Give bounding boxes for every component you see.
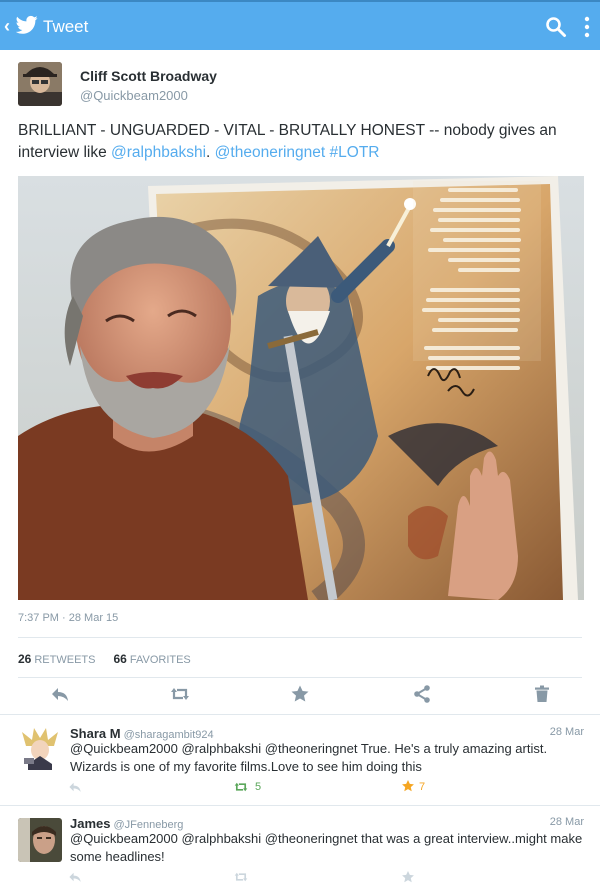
divider <box>0 805 600 806</box>
favorites-count[interactable]: 66 <box>113 652 126 666</box>
reply-author[interactable]: James @JFenneberg <box>70 816 183 831</box>
divider <box>18 637 582 638</box>
tweet-text: BRILLIANT - UNGUARDED - VITAL - BRUTALLY… <box>18 120 582 164</box>
divider <box>18 677 582 678</box>
reply-text: @Quickbeam2000 @ralphbakshi @theoneringn… <box>70 741 548 774</box>
favorite-star-icon[interactable] <box>290 684 310 704</box>
favorite-star-icon[interactable] <box>401 779 415 793</box>
hashtag-link[interactable]: #LOTR <box>330 144 380 161</box>
mention-link[interactable]: @ralphbakshi <box>111 144 206 161</box>
tweet-text-separator: . <box>206 144 215 161</box>
twitter-bird-icon <box>16 15 38 34</box>
reply-avatar[interactable] <box>18 726 62 770</box>
author-avatar[interactable] <box>18 62 62 106</box>
favorite-star-icon[interactable] <box>401 870 415 884</box>
reply-icon[interactable] <box>50 684 70 704</box>
retweet-icon[interactable] <box>234 870 248 884</box>
back-button[interactable]: ‹ <box>4 16 10 37</box>
top-app-bar: ‹ Tweet <box>0 0 600 50</box>
mention-link[interactable]: @theoneringnet <box>215 144 326 161</box>
author-name[interactable]: Cliff Scott Broadway <box>80 68 217 84</box>
reply-favorite-count[interactable]: 7 <box>419 781 425 793</box>
tweet-action-bar <box>0 684 600 708</box>
reply-author-name[interactable]: Shara M <box>70 726 121 741</box>
screen-title: Tweet <box>43 17 89 36</box>
retweets-label[interactable]: RETWEETS <box>34 654 95 666</box>
retweet-icon[interactable] <box>170 684 190 704</box>
reply-retweet-count[interactable]: 5 <box>255 781 261 793</box>
reply-text: @Quickbeam2000 @ralphbakshi @theoneringn… <box>70 831 583 864</box>
reply-date: 28 Mar <box>549 726 584 738</box>
tweet-timestamp: 7:37 PM · 28 Mar 15 <box>18 612 119 624</box>
reply-author[interactable]: Shara M @sharagambit924 <box>70 726 214 741</box>
search-icon[interactable] <box>545 16 567 38</box>
retweet-icon[interactable] <box>234 780 248 794</box>
delete-trash-icon[interactable] <box>532 684 552 704</box>
share-icon[interactable] <box>412 684 432 704</box>
reply-date: 28 Mar <box>549 816 584 828</box>
reply-icon[interactable] <box>68 870 82 884</box>
tweet-photo[interactable] <box>18 176 584 600</box>
retweets-count[interactable]: 26 <box>18 652 31 666</box>
tweet-stats: 26 RETWEETS 66 FAVORITES <box>18 652 191 666</box>
reply-icon[interactable] <box>68 780 82 794</box>
favorites-label[interactable]: FAVORITES <box>130 654 191 666</box>
reply-avatar[interactable] <box>18 818 62 862</box>
reply-author-name[interactable]: James <box>70 816 110 831</box>
author-handle[interactable]: @Quickbeam2000 <box>80 88 188 103</box>
divider <box>0 714 600 715</box>
overflow-menu-icon[interactable] <box>584 16 590 38</box>
